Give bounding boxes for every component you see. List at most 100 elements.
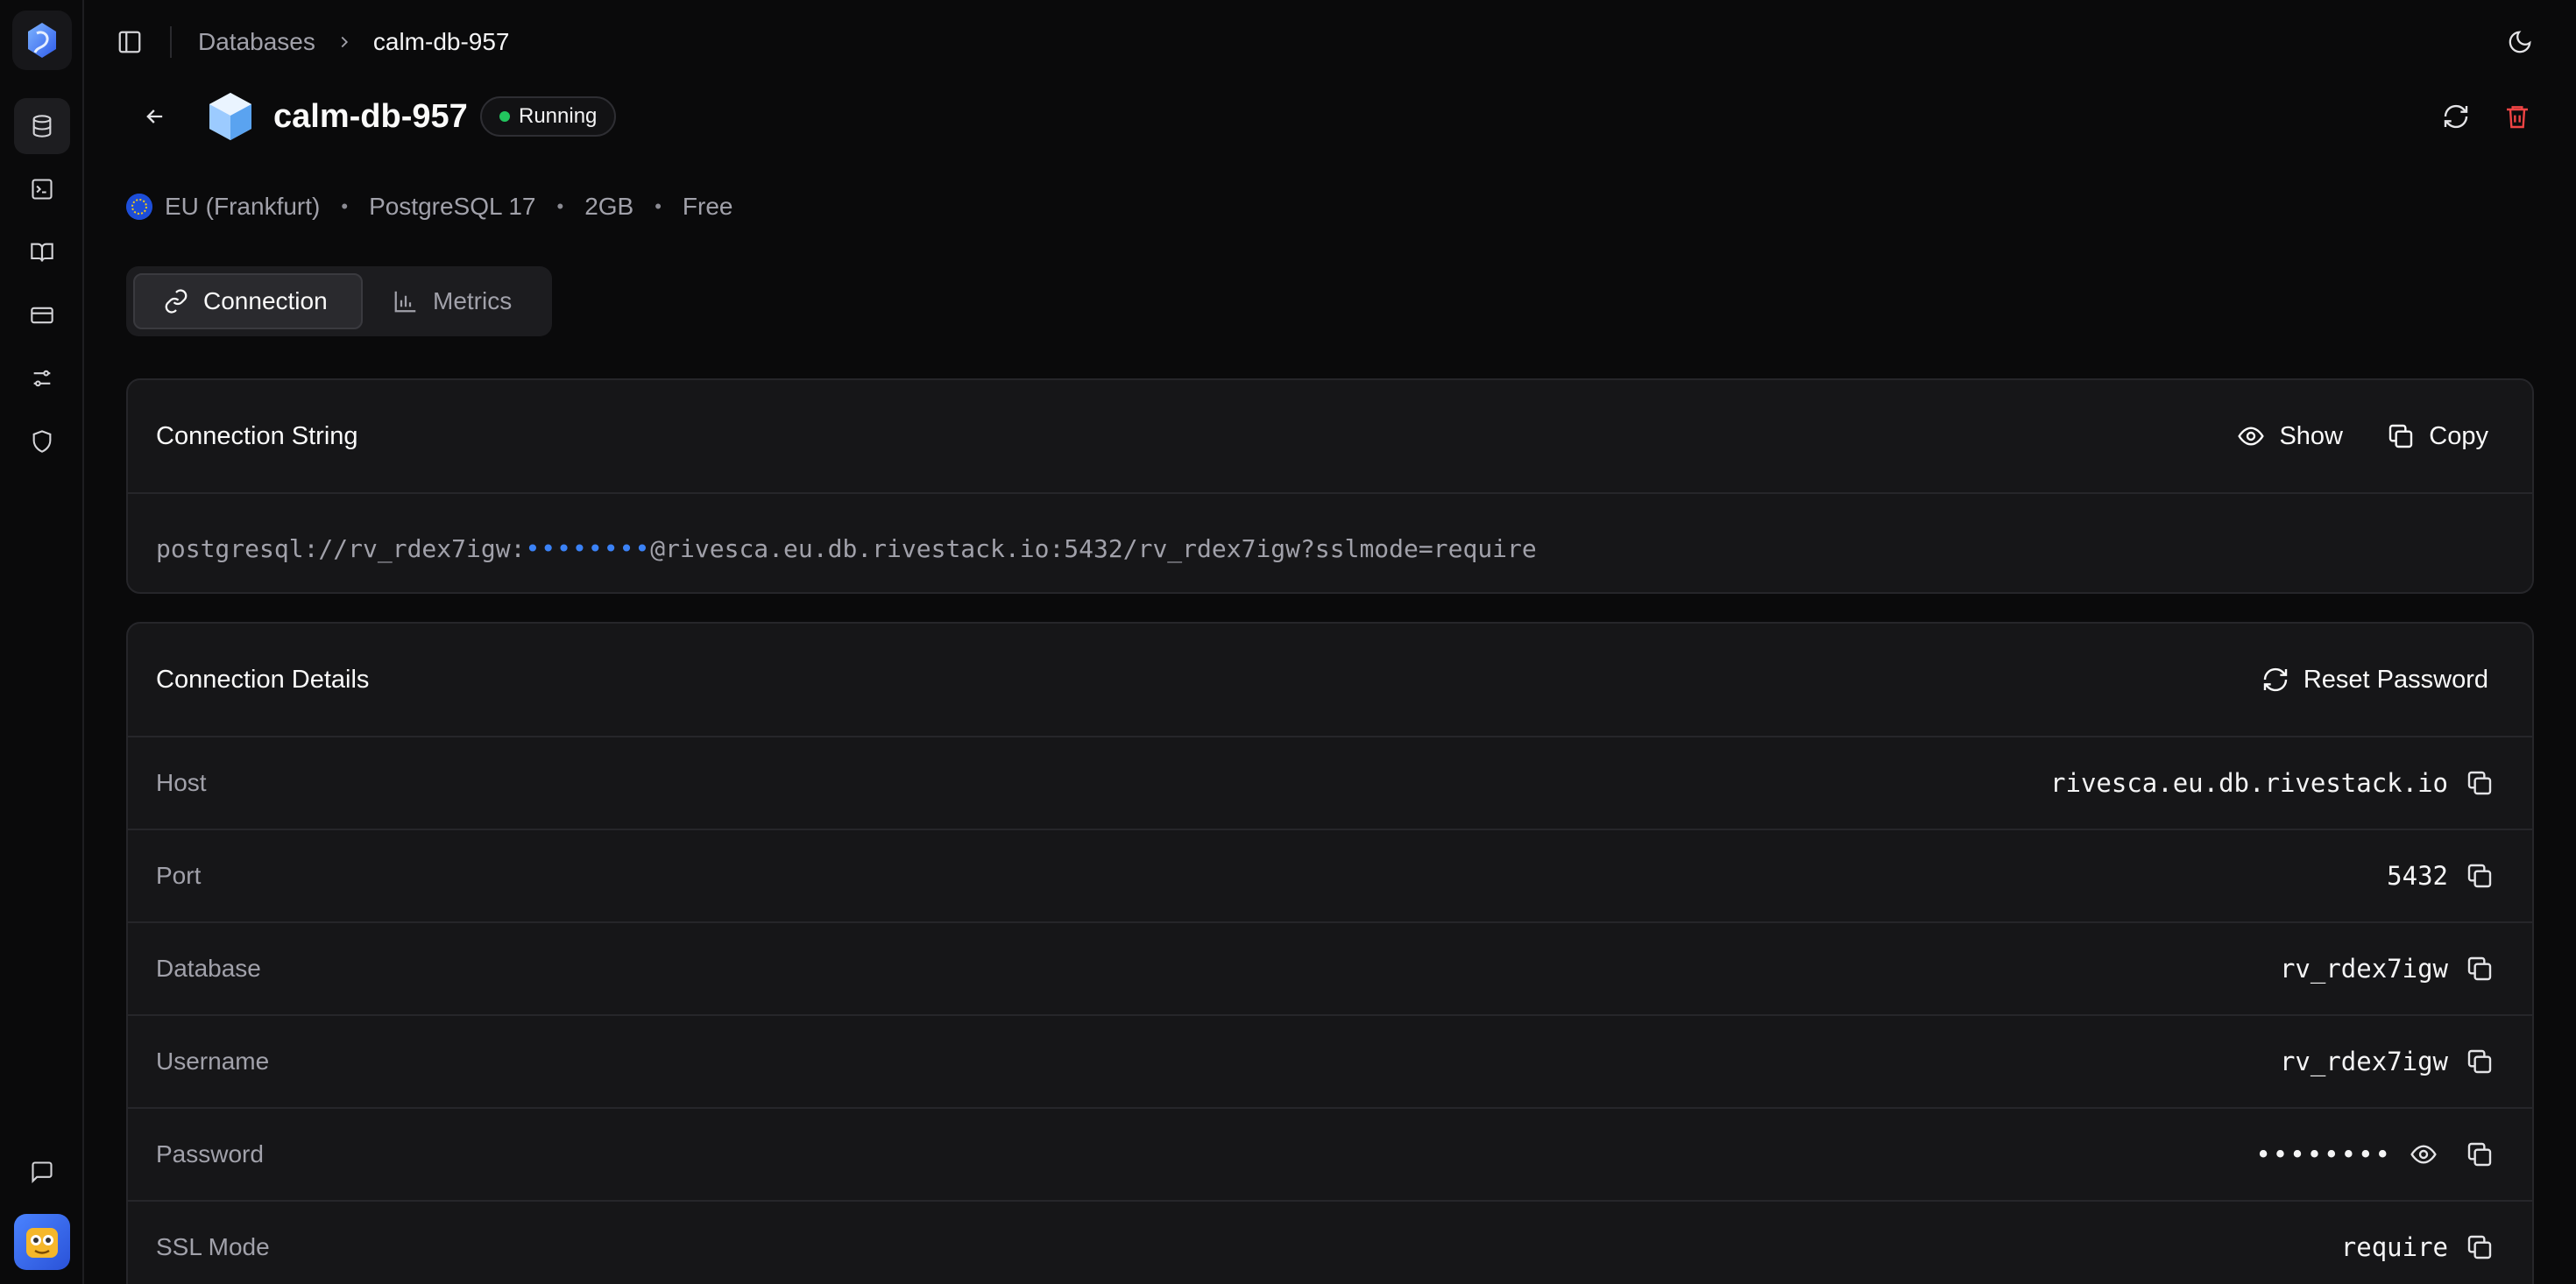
tab-connection-label: Connection xyxy=(203,287,328,314)
back-button[interactable] xyxy=(137,98,173,135)
book-icon xyxy=(31,243,53,262)
breadcrumb: Databases calm-db-957 xyxy=(198,26,510,58)
nav-billing[interactable] xyxy=(14,287,70,343)
theme-toggle-button[interactable] xyxy=(2504,26,2536,58)
moon-icon xyxy=(2509,31,2531,53)
breadcrumb-databases-link[interactable]: Databases xyxy=(198,28,315,56)
detail-label: Password xyxy=(156,1140,264,1168)
detail-value[interactable]: rivesca.eu.db.rivestack.io xyxy=(2050,737,2448,829)
show-button-label: Show xyxy=(2279,421,2343,450)
nav-databases[interactable] xyxy=(14,98,70,154)
detail-value[interactable]: •••••••• xyxy=(2255,1109,2392,1200)
nav-feedback[interactable] xyxy=(14,1144,70,1200)
copy-icon[interactable] xyxy=(2464,860,2495,892)
eye-icon[interactable] xyxy=(2408,1139,2439,1170)
detail-row-username: Username rv_rdex7igw xyxy=(128,1016,2532,1109)
size-label: 2GB xyxy=(584,193,634,220)
detail-row-database: Database rv_rdex7igw xyxy=(128,923,2532,1016)
detail-row-port: Port 5432 xyxy=(128,830,2532,923)
sidebar-toggle-button[interactable] xyxy=(114,26,145,58)
connection-string-title: Connection String xyxy=(156,422,358,450)
trash-icon xyxy=(2507,106,2528,129)
connection-string-header: Connection String Show Copy xyxy=(128,380,2532,494)
detail-row-host: Host rivesca.eu.db.rivestack.io xyxy=(128,737,2532,830)
status-dot xyxy=(499,111,510,122)
engine-label: PostgreSQL 17 xyxy=(369,193,536,220)
copy-icon xyxy=(2387,422,2415,450)
meta-separator: • xyxy=(341,195,349,217)
database-icon xyxy=(32,115,52,138)
arrow-left-icon xyxy=(146,109,163,123)
tab-connection[interactable]: Connection xyxy=(133,273,363,329)
detail-label: Username xyxy=(156,1048,270,1075)
user-avatar[interactable] xyxy=(14,1214,70,1270)
sidebar-panel-icon xyxy=(118,31,141,53)
copy-button-label: Copy xyxy=(2429,421,2488,450)
refresh-icon xyxy=(2261,666,2289,694)
top-bar: Databases calm-db-957 xyxy=(84,0,2576,84)
connection-string-prefix: postgresql://rv_rdex7igw: xyxy=(156,534,526,563)
delete-button[interactable] xyxy=(2499,98,2536,135)
tab-metrics[interactable]: Metrics xyxy=(380,273,543,329)
meta-separator: • xyxy=(655,195,662,217)
detail-row-ssl-mode: SSL Mode require xyxy=(128,1202,2532,1284)
nav-terminal[interactable] xyxy=(14,161,70,217)
connection-details-title: Connection Details xyxy=(156,666,370,694)
tab-bar: Connection Metrics xyxy=(126,266,552,336)
connection-string-password-mask: •••••••• xyxy=(525,534,651,563)
nav-docs[interactable] xyxy=(14,224,70,280)
reset-password-label: Reset Password xyxy=(2303,665,2488,694)
copy-button[interactable]: Copy xyxy=(2387,419,2488,454)
logo-icon xyxy=(28,23,56,58)
avatar-illustration xyxy=(26,1228,58,1258)
breadcrumb-current: calm-db-957 xyxy=(372,28,510,55)
bar-chart-icon xyxy=(393,288,419,314)
detail-label: Host xyxy=(156,769,207,796)
detail-value[interactable]: rv_rdex7igw xyxy=(2280,1016,2448,1107)
detail-label: SSL Mode xyxy=(156,1233,270,1260)
connection-string-value[interactable]: postgresql://rv_rdex7igw:••••••••@rivesc… xyxy=(156,534,1537,563)
connection-string-suffix: @rivesca.eu.db.rivestack.io:5432/rv_rdex… xyxy=(650,534,1537,563)
refresh-icon xyxy=(2444,104,2468,129)
app-logo[interactable] xyxy=(12,11,72,70)
shield-icon xyxy=(32,430,52,453)
connection-details-card: Connection Details Reset Password Host r… xyxy=(126,622,2534,1284)
database-meta: EU (Frankfurt) • PostgreSQL 17 • 2GB • F… xyxy=(126,189,733,224)
meta-separator: • xyxy=(556,195,564,217)
status-text: Running xyxy=(519,104,598,128)
settings-sliders-icon xyxy=(33,370,51,387)
copy-icon[interactable] xyxy=(2464,1139,2495,1170)
detail-value[interactable]: 5432 xyxy=(2387,830,2448,921)
copy-icon[interactable] xyxy=(2464,953,2495,984)
chevron-right-icon xyxy=(335,32,354,52)
connection-string-card: Connection String Show Copy postgresql:/… xyxy=(126,378,2534,594)
refresh-button[interactable] xyxy=(2438,98,2474,135)
detail-label: Database xyxy=(156,955,261,982)
nav-security[interactable] xyxy=(14,413,70,469)
eu-flag-icon xyxy=(126,194,152,220)
credit-card-icon xyxy=(31,307,53,324)
connection-details-header: Connection Details Reset Password xyxy=(128,624,2532,737)
database-cube-icon xyxy=(209,93,251,140)
detail-value[interactable]: require xyxy=(2341,1202,2448,1284)
icon-rail xyxy=(0,0,84,1284)
database-header: calm-db-957 Running xyxy=(126,88,2536,145)
nav-settings[interactable] xyxy=(14,350,70,406)
terminal-icon xyxy=(32,179,53,200)
chat-icon xyxy=(32,1161,53,1184)
link-icon xyxy=(163,288,189,314)
topbar-divider xyxy=(170,26,172,58)
copy-icon[interactable] xyxy=(2464,1231,2495,1263)
eye-icon xyxy=(2237,422,2265,450)
copy-icon[interactable] xyxy=(2464,1046,2495,1077)
region-label: EU (Frankfurt) xyxy=(165,193,321,220)
detail-label: Port xyxy=(156,862,202,889)
copy-icon[interactable] xyxy=(2464,767,2495,799)
show-button[interactable]: Show xyxy=(2237,419,2343,454)
plan-label: Free xyxy=(682,193,733,220)
page-title: calm-db-957 xyxy=(273,98,468,135)
reset-password-button[interactable]: Reset Password xyxy=(2261,662,2488,697)
detail-row-password: Password •••••••• xyxy=(128,1109,2532,1202)
detail-value[interactable]: rv_rdex7igw xyxy=(2280,923,2448,1014)
tab-metrics-label: Metrics xyxy=(433,287,513,314)
